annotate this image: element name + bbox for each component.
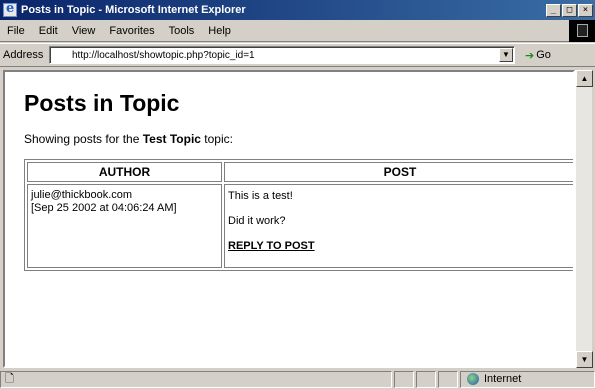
menu-tools[interactable]: Tools [162, 25, 202, 37]
windows-logo-icon [569, 20, 595, 42]
intro-suffix: topic: [200, 132, 233, 146]
status-bar: 🗋 Internet [0, 369, 595, 389]
intro-text: Showing posts for the Test Topic topic: [24, 132, 573, 146]
reply-to-post-link[interactable]: REPLY TO POST [228, 240, 315, 252]
status-pane-blank [394, 370, 414, 388]
scroll-up-icon[interactable]: ▲ [576, 70, 593, 87]
menu-bar: File Edit View Favorites Tools Help [0, 20, 595, 42]
minimize-button[interactable]: _ [546, 3, 561, 17]
security-zone-pane: Internet [460, 370, 595, 388]
post-line: Did it work? [228, 215, 286, 227]
status-message-pane: 🗋 [0, 370, 392, 388]
post-line: This is a test! [228, 190, 293, 202]
post-cell: This is a test! Did it work? REPLY TO PO… [224, 184, 573, 268]
close-button[interactable]: × [578, 3, 593, 17]
column-header-author: AUTHOR [27, 162, 222, 182]
address-url: http://localhost/showtopic.php?topic_id=… [72, 49, 255, 61]
menu-edit[interactable]: Edit [32, 25, 65, 37]
go-arrow-icon: ➔ [525, 49, 535, 62]
vertical-scrollbar[interactable]: ▲ ▼ [575, 70, 593, 368]
author-cell: julie@thickbook.com [Sep 25 2002 at 04:0… [27, 184, 222, 268]
table-row: julie@thickbook.com [Sep 25 2002 at 04:0… [27, 184, 573, 268]
posts-table: AUTHOR POST julie@thickbook.com [Sep 25 … [24, 159, 573, 271]
page-title: Posts in Topic [24, 90, 180, 116]
globe-icon [467, 373, 479, 385]
menu-view[interactable]: View [65, 25, 103, 37]
status-pane-blank [416, 370, 436, 388]
intro-prefix: Showing posts for the [24, 132, 143, 146]
address-label: Address [3, 49, 44, 61]
address-dropdown-icon[interactable]: ▼ [499, 48, 513, 62]
ie-icon [3, 1, 17, 17]
topic-name: Test Topic [142, 132, 201, 146]
scroll-down-icon[interactable]: ▼ [576, 351, 593, 368]
author-email: julie@thickbook.com [31, 189, 133, 201]
address-input[interactable]: http://localhost/showtopic.php?topic_id=… [49, 46, 515, 64]
address-bar: Address http://localhost/showtopic.php?t… [0, 43, 595, 67]
column-header-post: POST [224, 162, 573, 182]
table-header-row: AUTHOR POST [27, 162, 573, 182]
menu-favorites[interactable]: Favorites [102, 25, 161, 37]
page-content: Posts in Topic Showing posts for the Tes… [3, 70, 575, 368]
title-bar: Posts in Topic - Microsoft Internet Expl… [0, 0, 595, 20]
post-date: [Sep 25 2002 at 04:06:24 AM] [31, 202, 177, 214]
status-pane-blank [438, 370, 458, 388]
window-title: Posts in Topic - Microsoft Internet Expl… [21, 4, 246, 16]
security-zone-label: Internet [484, 373, 522, 385]
go-label: Go [536, 49, 551, 61]
menu-file[interactable]: File [0, 25, 32, 37]
menu-help[interactable]: Help [201, 25, 238, 37]
page-done-icon: 🗋 [5, 372, 14, 385]
maximize-button[interactable]: □ [562, 3, 577, 17]
go-button[interactable]: ➔ Go [525, 49, 551, 62]
